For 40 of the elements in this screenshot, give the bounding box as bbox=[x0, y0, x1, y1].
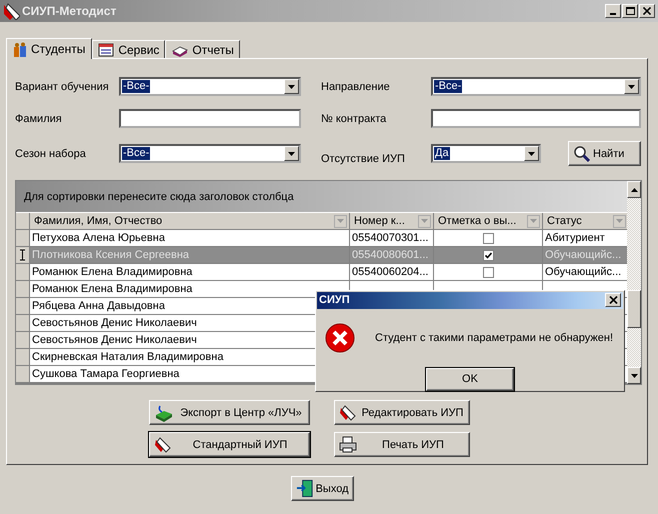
column-header[interactable]: Фамилия, Имя, Отчество bbox=[30, 213, 350, 230]
field-label: Направление bbox=[321, 80, 391, 92]
table-cell: 05540080601... bbox=[350, 247, 434, 264]
action-button[interactable]: Экспорт в Центр «ЛУЧ» bbox=[149, 400, 310, 425]
field-label: Вариант обучения bbox=[15, 80, 110, 92]
search-button[interactable]: Найти bbox=[568, 141, 641, 166]
column-header[interactable]: Номер к... bbox=[350, 213, 434, 230]
window-title: СИУП-Методист bbox=[22, 4, 118, 18]
field-label: Сезон набора bbox=[15, 148, 87, 160]
action-button[interactable]: Стандартный ИУП bbox=[149, 432, 310, 457]
dropdown-field[interactable]: -Все- bbox=[119, 77, 301, 96]
ok-button[interactable]: OK bbox=[426, 368, 514, 391]
column-header[interactable]: Статус bbox=[543, 213, 627, 230]
action-button[interactable]: Редактировать ИУП bbox=[334, 400, 470, 425]
field-label: № контракта bbox=[321, 112, 388, 124]
column-header[interactable]: Отметка о вы... bbox=[434, 213, 543, 230]
tab[interactable]: Сервис bbox=[92, 40, 166, 58]
table-cell: Обучающийс... bbox=[543, 264, 627, 281]
dropdown-field[interactable]: -Все- bbox=[119, 144, 301, 163]
table-cell: Абитуриент bbox=[543, 230, 627, 247]
table-cell: Петухова Алена Юрьевна bbox=[30, 230, 350, 247]
column-title: Статус bbox=[547, 214, 582, 229]
column-title: Фамилия, Имя, Отчество bbox=[34, 214, 162, 229]
table-cell: 05540060204... bbox=[350, 264, 434, 281]
action-button[interactable]: Печать ИУП bbox=[334, 432, 470, 457]
exit-button[interactable]: Выход bbox=[290, 476, 354, 501]
tab[interactable]: Отчеты bbox=[165, 40, 240, 58]
dropdown-field[interactable]: -Все- bbox=[431, 77, 641, 96]
table-cell: Романюк Елена Владимировна bbox=[30, 264, 350, 281]
dropdown-field[interactable]: Да bbox=[431, 144, 541, 163]
tab[interactable]: Студенты bbox=[6, 38, 92, 59]
column-title: Отметка о вы... bbox=[438, 214, 516, 229]
group-by-hint: Для сортировки перенесите сюда заголовок столбца bbox=[16, 181, 627, 213]
dialog-message: Студент с такими параметрами не обнаружен! bbox=[375, 332, 613, 344]
table-cell: Обучающийс... bbox=[543, 247, 627, 264]
table-cell: Плотникова Ксения Сергеевна bbox=[30, 247, 350, 264]
column-title: Номер к... bbox=[354, 214, 405, 229]
field-label: Отсутствие ИУП bbox=[321, 152, 406, 164]
field-label: Фамилия bbox=[15, 112, 63, 124]
table-cell: 05540070301... bbox=[350, 230, 434, 247]
